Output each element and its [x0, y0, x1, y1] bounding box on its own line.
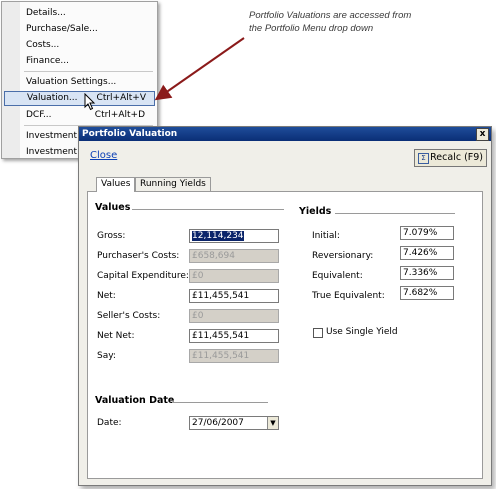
- values-tab-panel: Values Gross: 12,114,234 Purchaser's Cos…: [87, 191, 483, 479]
- equivalent-yield-input[interactable]: 7.336%: [400, 266, 454, 280]
- capital-expenditure-label: Capital Expenditure:: [97, 271, 189, 281]
- initial-yield-input[interactable]: 7.079%: [400, 226, 454, 240]
- dialog-titlebar[interactable]: Portfolio Valuation x: [79, 127, 491, 141]
- net-net-label: Net Net:: [97, 331, 135, 341]
- valuation-date-divider: [172, 402, 268, 403]
- yields-heading: Yields: [299, 206, 332, 217]
- net-input[interactable]: £11,455,541: [189, 289, 279, 303]
- gross-label: Gross:: [97, 231, 126, 241]
- use-single-yield-checkbox[interactable]: [313, 328, 323, 338]
- purchasers-costs-label: Purchaser's Costs:: [97, 251, 180, 261]
- initial-yield-label: Initial:: [312, 231, 340, 241]
- sellers-costs-field: £0: [189, 309, 279, 323]
- true-equivalent-yield-input[interactable]: 7.682%: [400, 286, 454, 300]
- portfolio-valuation-dialog: Portfolio Valuation x Close Σ Recalc (F9…: [78, 126, 492, 486]
- sellers-costs-label: Seller's Costs:: [97, 311, 161, 321]
- equivalent-yield-label: Equivalent:: [312, 271, 363, 281]
- chevron-down-icon[interactable]: ▼: [267, 417, 278, 429]
- true-equivalent-yield-label: True Equivalent:: [312, 291, 385, 301]
- gross-value: 12,114,234: [192, 231, 244, 241]
- purchasers-costs-field: £658,694: [189, 249, 279, 263]
- gross-input[interactable]: 12,114,234: [189, 229, 279, 243]
- callout-arrow-icon: [154, 37, 245, 101]
- date-label: Date:: [97, 418, 122, 428]
- tab-running-yields[interactable]: Running Yields: [135, 177, 211, 191]
- yields-divider: [335, 213, 455, 214]
- net-label: Net:: [97, 291, 116, 301]
- recalc-label: Recalc (F9): [430, 152, 483, 163]
- recalc-button[interactable]: Σ Recalc (F9): [414, 149, 487, 167]
- use-single-yield-label: Use Single Yield: [326, 327, 398, 337]
- valuation-date-heading: Valuation Date: [95, 395, 175, 406]
- date-picker[interactable]: 27/06/2007 ▼: [189, 416, 279, 430]
- values-divider: [132, 209, 284, 210]
- close-link[interactable]: Close: [90, 150, 117, 161]
- say-field: £11,455,541: [189, 349, 279, 363]
- sum-icon: Σ: [418, 153, 429, 164]
- values-heading: Values: [95, 202, 131, 213]
- reversionary-yield-input[interactable]: 7.426%: [400, 246, 454, 260]
- reversionary-yield-label: Reversionary:: [312, 251, 374, 261]
- dialog-title: Portfolio Valuation: [82, 129, 178, 139]
- close-icon[interactable]: x: [476, 128, 489, 141]
- tab-values[interactable]: Values: [96, 177, 136, 192]
- date-value: 27/06/2007: [192, 418, 244, 428]
- say-label: Say:: [97, 351, 116, 361]
- net-net-input[interactable]: £11,455,541: [189, 329, 279, 343]
- capital-expenditure-field: £0: [189, 269, 279, 283]
